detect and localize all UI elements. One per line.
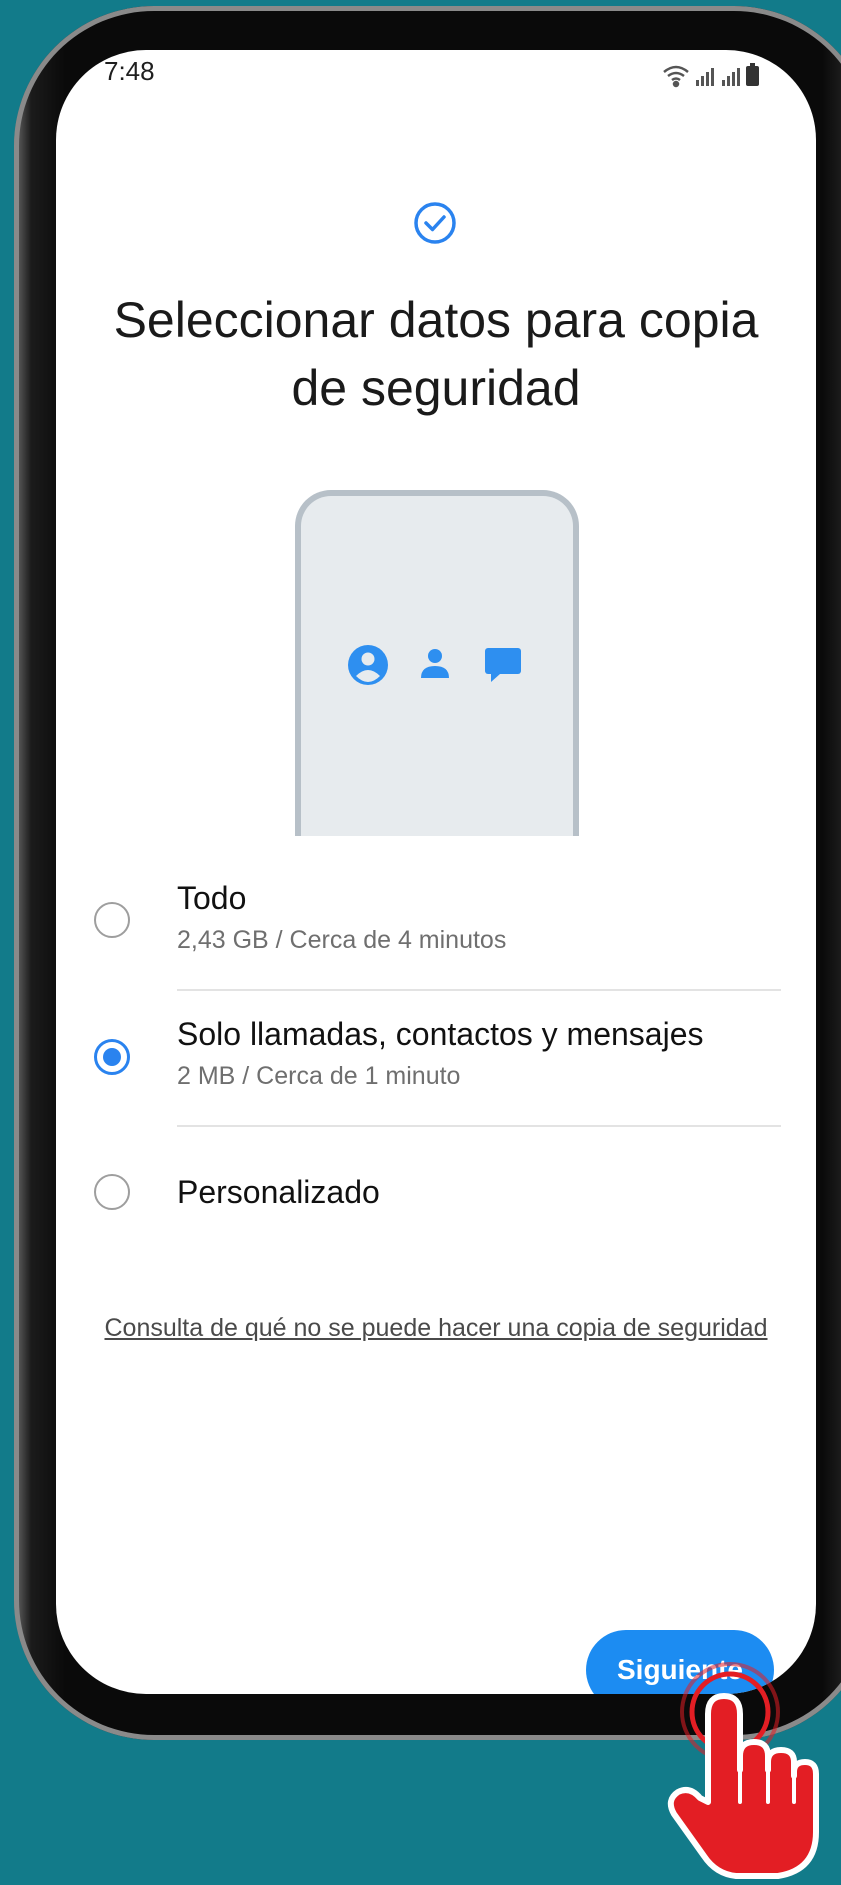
account-circle-icon bbox=[348, 645, 388, 685]
option-todo-title: Todo bbox=[177, 880, 247, 916]
option-calls-contacts-messages-subtitle: 2 MB / Cerca de 1 minuto bbox=[177, 1062, 461, 1090]
radio-custom[interactable] bbox=[94, 1174, 130, 1210]
check-circle-icon bbox=[412, 200, 458, 251]
radio-calls-contacts-messages[interactable] bbox=[94, 1039, 130, 1075]
message-icon bbox=[485, 648, 521, 682]
battery-icon bbox=[746, 63, 759, 86]
person-icon bbox=[421, 649, 449, 678]
illustration-icons bbox=[345, 640, 525, 695]
option-calls-contacts-messages-title: Solo llamadas, contactos y mensajes bbox=[177, 1016, 704, 1052]
wifi-icon bbox=[663, 65, 689, 88]
divider bbox=[177, 989, 781, 991]
radio-todo[interactable] bbox=[94, 902, 130, 938]
status-time: 7:48 bbox=[104, 56, 155, 86]
tap-hand-icon bbox=[660, 1652, 820, 1885]
status-bar: 7:48 bbox=[56, 50, 816, 110]
page-title: Seleccionar datos para copia de segurida… bbox=[113, 292, 759, 416]
backup-exclusions-link[interactable]: Consulta de qué no se puede hacer una co… bbox=[96, 1308, 776, 1348]
backup-illustration bbox=[295, 490, 579, 836]
option-custom-title: Personalizado bbox=[177, 1174, 380, 1210]
status-icons bbox=[660, 60, 770, 99]
divider bbox=[177, 1125, 781, 1127]
signal-icon bbox=[722, 68, 740, 86]
option-todo-subtitle: 2,43 GB / Cerca de 4 minutos bbox=[177, 926, 507, 954]
signal-icon bbox=[696, 68, 714, 86]
phone-screen: 7:48 Seleccionar datos para copia de seg… bbox=[56, 50, 816, 1694]
